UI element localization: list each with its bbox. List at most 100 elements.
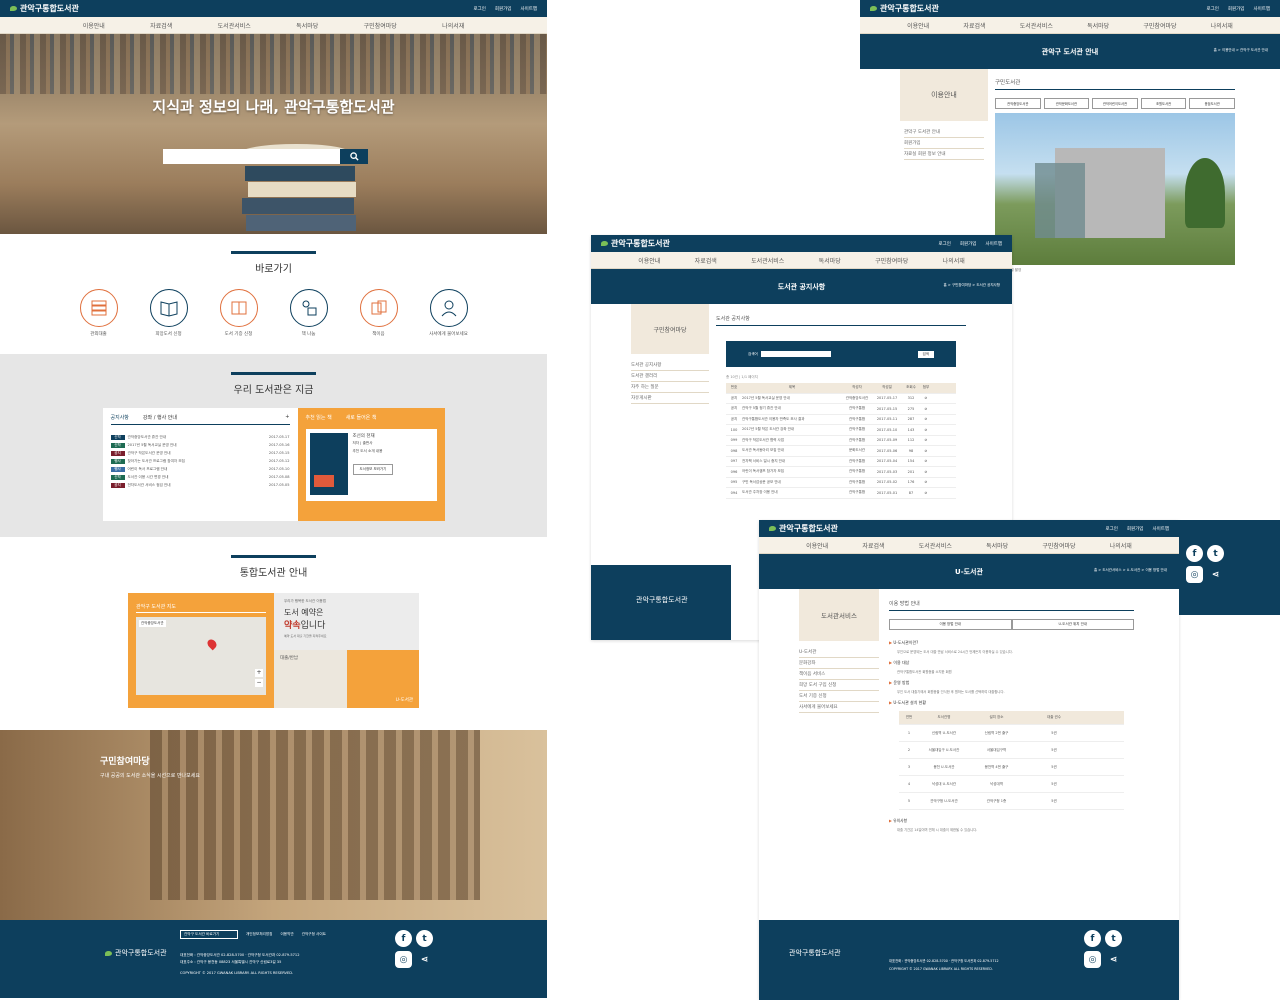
share-icon[interactable]: ⋖: [1207, 566, 1224, 583]
sitemap-link[interactable]: 사이트맵: [520, 6, 537, 12]
library-tab[interactable]: 관악문화도서관: [1043, 98, 1090, 109]
notice-item[interactable]: 행사 어린이 독서 프로그램 안내 2017.05.10: [110, 465, 290, 473]
plus-icon[interactable]: +: [285, 414, 289, 421]
table-row[interactable]: 099 관악구 작은도서관 협력 사업 관악구통합 2017-05-09 112 ⊘: [726, 436, 956, 446]
twitter-icon[interactable]: t: [416, 930, 433, 947]
quick-link-loan[interactable]: 관외대출: [76, 289, 122, 337]
nav-item-participate[interactable]: 구민참여마당: [364, 21, 397, 30]
facebook-icon[interactable]: f: [1084, 930, 1101, 947]
login-link[interactable]: 로그인: [1105, 526, 1117, 532]
table-row[interactable]: 098 도서관 독서동아리 모집 안내 문화도서관 2017-05-06 98 ⊘: [726, 446, 956, 457]
attachment-icon[interactable]: ⊘: [920, 417, 932, 421]
instagram-icon[interactable]: ◎: [1186, 566, 1203, 583]
nav-item-guide[interactable]: 이용안내: [83, 21, 105, 30]
attachment-icon[interactable]: ⊘: [920, 449, 932, 453]
attachment-icon[interactable]: ⊘: [920, 438, 932, 442]
library-tab[interactable]: 용꿈도서관: [1189, 98, 1235, 109]
side-menu-item[interactable]: 희망 도서 구입 신청: [799, 680, 879, 691]
nav-item-search[interactable]: 자료검색: [150, 21, 172, 30]
nav-item[interactable]: 구민참여마당: [1143, 21, 1176, 30]
tab-new-books[interactable]: 새로 들어온 책: [346, 414, 377, 421]
table-row[interactable]: 공지 관악구 5월 정기 휴관 안내 관악구통합 2017-05-15 275 ⊘: [726, 404, 956, 415]
footer-link-privacy[interactable]: 개인정보처리방침: [246, 932, 272, 937]
attachment-icon[interactable]: ⊘: [920, 480, 932, 484]
nav-item[interactable]: 자료검색: [963, 21, 985, 30]
side-menu-item[interactable]: U-도서관: [799, 647, 879, 658]
nav-item[interactable]: 나의서재: [1211, 21, 1233, 30]
side-menu-item[interactable]: 자주 하는 질문: [631, 382, 709, 393]
tab-notice[interactable]: 공지사항: [111, 414, 129, 421]
nav-item[interactable]: 나의서재: [1110, 541, 1132, 550]
instagram-icon[interactable]: ◎: [1084, 951, 1101, 968]
site-logo[interactable]: 관악구통합도서관: [769, 523, 838, 534]
side-menu-item[interactable]: 관악구 도서관 안내: [904, 127, 984, 138]
side-menu-item[interactable]: 문화강좌: [799, 658, 879, 669]
login-link[interactable]: 로그인: [938, 241, 950, 247]
search-button[interactable]: [340, 149, 368, 164]
table-row[interactable]: 공지 관악구통합도서관 이용자 만족도 조사 결과 관악구통합 2017-05-11 2…: [726, 415, 956, 425]
notice-item[interactable]: 공지 전자도서관 서비스 점검 안내 2017.05.05: [110, 481, 290, 489]
nav-item[interactable]: 도서관서비스: [919, 541, 952, 550]
sitemap-link[interactable]: 사이트맵: [1152, 526, 1169, 532]
book-info-button[interactable]: 도서정보 보러가기: [352, 464, 394, 475]
footer-link-gu[interactable]: 관악구청 사이트: [302, 932, 326, 937]
login-link[interactable]: 로그인: [1206, 6, 1218, 12]
tab-location[interactable]: U-도서관 위치 안내: [1011, 619, 1134, 630]
nav-item[interactable]: 구민참여마당: [875, 256, 908, 265]
attachment-icon[interactable]: ⊘: [920, 428, 932, 432]
participate-section[interactable]: 구민참여마당 구내 공공의 도서관 소식을 시선으로 만나보세요: [0, 730, 547, 920]
nav-item-reading[interactable]: 독서마당: [296, 21, 318, 30]
twitter-icon[interactable]: t: [1207, 545, 1224, 562]
library-tab[interactable]: 관악중앙도서관: [995, 98, 1041, 109]
map-widget[interactable]: 관악중앙도서관 + −: [136, 617, 266, 695]
facebook-icon[interactable]: f: [395, 930, 412, 947]
u-library-tab[interactable]: U-도서관: [346, 650, 419, 708]
notice-search-input[interactable]: [760, 351, 831, 357]
sitemap-link[interactable]: 사이트맵: [1253, 6, 1270, 12]
tab-events[interactable]: 강좌 / 행사 안내: [143, 414, 177, 421]
share-icon[interactable]: ⋖: [1105, 951, 1122, 968]
quick-link-librarian[interactable]: 사서에게 물어보세요: [426, 289, 472, 337]
side-menu-item[interactable]: 사서에게 물어보세요: [799, 702, 879, 713]
reserve-card[interactable]: 우리가 행복한 도서관 이용법 도서 예약은 약속입니다 예약 도서 대출 기한…: [274, 593, 419, 650]
attachment-icon[interactable]: ⊘: [920, 491, 932, 495]
nav-item[interactable]: 도서관서비스: [751, 256, 784, 265]
nav-item[interactable]: 독서마당: [1087, 21, 1109, 30]
notice-item[interactable]: 신착 관악중앙도서관 휴관 안내 2017.05.17: [110, 433, 290, 441]
library-tab[interactable]: 조원도서관: [1140, 98, 1187, 109]
side-menu-item[interactable]: 회원가입: [904, 138, 984, 149]
share-icon[interactable]: ⋖: [416, 951, 433, 968]
nav-item-mylib[interactable]: 나의서재: [442, 21, 464, 30]
footer-select[interactable]: 관악구 도서관 바로가기: [180, 930, 238, 939]
quick-link-donate[interactable]: 도서 기증 신청: [216, 289, 262, 337]
nav-item[interactable]: 구민참여마당: [1042, 541, 1075, 550]
notice-item[interactable]: 신착 2017년 5월 독서교실 운영 안내 2017.05.16: [110, 441, 290, 449]
nav-item[interactable]: 이용안내: [907, 21, 929, 30]
notice-item[interactable]: 행사 찾아가는 도서관 프로그램 참여자 모집 2017.05.12: [110, 457, 290, 465]
sitemap-link[interactable]: 사이트맵: [985, 241, 1002, 247]
attachment-icon[interactable]: ⊘: [920, 459, 932, 463]
site-logo[interactable]: 관악구통합도서관: [10, 3, 79, 14]
twitter-icon[interactable]: t: [1105, 930, 1122, 947]
table-row[interactable]: 096 어린이 독서캠프 참가자 모집 관악구통합 2017-05-03 201 ⊘: [726, 467, 956, 478]
attachment-icon[interactable]: ⊘: [920, 470, 932, 474]
table-row[interactable]: 100 2017년 5월 작은 도서관 강좌 안내 관악구통합 2017-05-10 1…: [726, 425, 956, 436]
zoom-out-icon[interactable]: −: [255, 679, 263, 687]
quick-link-hope[interactable]: 희망도서 신청: [146, 289, 192, 337]
library-tab[interactable]: 관악어린이도서관: [1092, 98, 1138, 109]
side-menu-item[interactable]: 책이음 서비스: [799, 669, 879, 680]
facebook-icon[interactable]: f: [1186, 545, 1203, 562]
signup-link[interactable]: 회원가입: [1127, 526, 1144, 532]
login-link[interactable]: 로그인: [473, 6, 485, 12]
nav-item[interactable]: 자료검색: [695, 256, 717, 265]
instagram-icon[interactable]: ◎: [395, 951, 412, 968]
book-card[interactable]: 조선의 천재 저자 | 출판사 추천 도서 소개 내용 도서정보 보러가기: [305, 429, 437, 501]
footer-link-terms[interactable]: 이용약관: [280, 932, 293, 937]
site-logo[interactable]: 관악구통합도서관: [870, 3, 939, 14]
zoom-in-icon[interactable]: +: [255, 669, 263, 677]
attachment-icon[interactable]: ⊘: [920, 407, 932, 411]
side-menu-item[interactable]: 도서관 공지사항: [631, 360, 709, 371]
table-row[interactable]: 공지 2017년 5월 독서교실 운영 안내 관악중앙도서관 2017-05-17 31…: [726, 394, 956, 404]
table-row[interactable]: 094 도서관 주차장 이용 안내 관악구통합 2017-05-01 87 ⊘: [726, 488, 956, 499]
nav-item[interactable]: 이용안내: [806, 541, 828, 550]
